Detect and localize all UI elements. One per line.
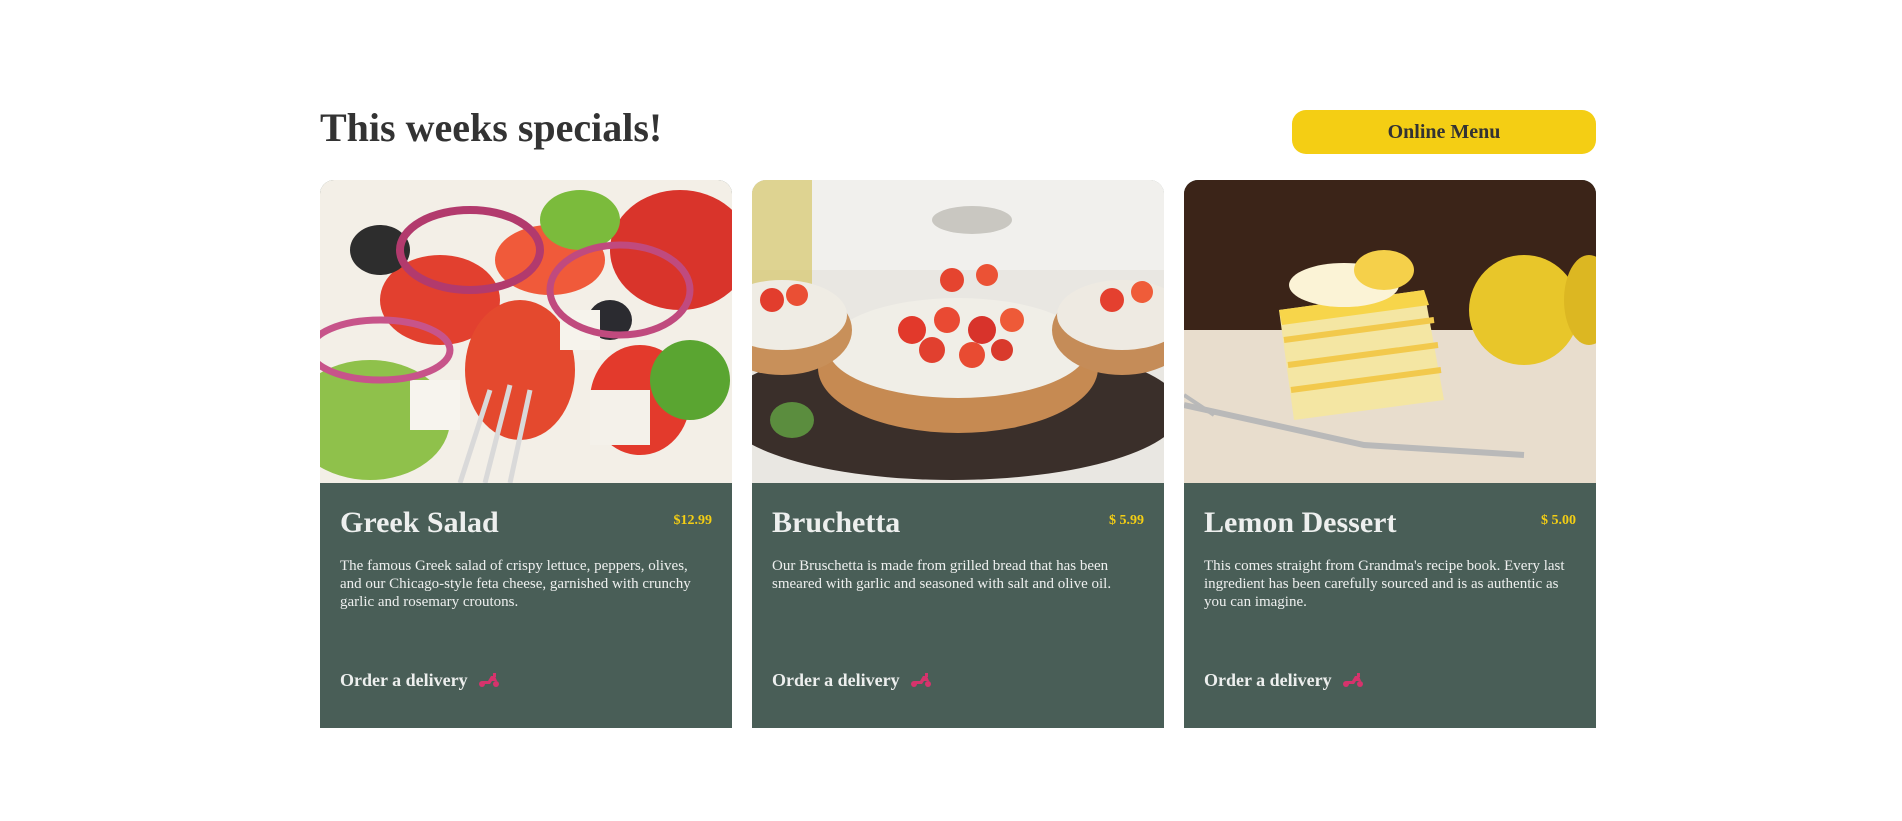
specials-page: This weeks specials! Online Menu Greek S… [0,0,1902,821]
scooter-icon [1342,672,1364,688]
bruchetta-image [752,180,1164,483]
order-delivery-link[interactable]: Order a delivery [340,667,500,693]
special-card-greek-salad: Greek Salad $12.99 The famous Greek sala… [320,180,732,728]
dish-name: Lemon Dessert [1204,506,1397,539]
order-delivery-link[interactable]: Order a delivery [772,667,932,693]
dish-price: $ 5.00 [1541,513,1576,528]
order-delivery-link[interactable]: Order a delivery [1204,667,1364,693]
special-card-lemon-dessert: Lemon Dessert $ 5.00 This comes straight… [1184,180,1596,728]
specials-header: This weeks specials! Online Menu [320,100,1596,156]
card-body: Bruchetta $ 5.99 Our Bruschetta is made … [772,483,1144,728]
dish-description: This comes straight from Grandma's recip… [1204,558,1565,610]
greek-salad-image [320,180,732,483]
specials-cards: Greek Salad $12.99 The famous Greek sala… [320,180,1596,728]
special-card-bruchetta: Bruchetta $ 5.99 Our Bruschetta is made … [752,180,1164,728]
dish-name: Greek Salad [340,506,499,539]
dish-description: Our Bruschetta is made from grilled brea… [772,558,1112,592]
dish-price: $ 5.99 [1109,513,1144,528]
order-delivery-label: Order a delivery [1204,669,1332,690]
card-body: Lemon Dessert $ 5.00 This comes straight… [1204,483,1576,728]
lemon-dessert-image [1184,180,1596,483]
dish-name: Bruchetta [772,506,901,539]
page-title: This weeks specials! [320,105,663,150]
card-body: Greek Salad $12.99 The famous Greek sala… [340,483,712,728]
order-delivery-label: Order a delivery [772,669,900,690]
dish-price: $12.99 [673,513,713,528]
dish-description: The famous Greek salad of crispy lettuce… [340,558,691,610]
scooter-icon [478,672,500,688]
scooter-icon [910,672,932,688]
online-menu-button[interactable]: Online Menu [1292,110,1596,154]
order-delivery-label: Order a delivery [340,669,468,690]
